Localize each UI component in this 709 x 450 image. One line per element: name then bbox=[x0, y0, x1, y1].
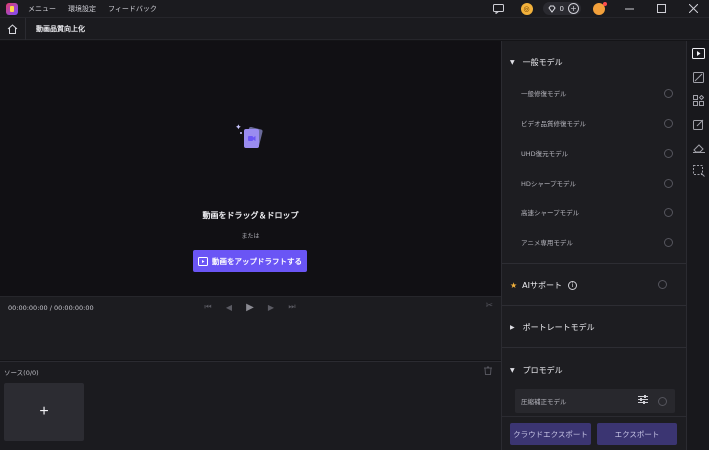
layout-tool-icon[interactable] bbox=[692, 94, 705, 107]
model-radio[interactable] bbox=[664, 118, 673, 128]
model-radio[interactable] bbox=[658, 396, 667, 406]
drop-instruction: 動画をドラッグ＆ドロップ bbox=[202, 210, 299, 220]
coin-icon[interactable]: ◎ bbox=[520, 2, 533, 15]
title-bar: メニュー 環境設定 フィードバック ◎ 0 + bbox=[0, 0, 709, 17]
section-pro[interactable]: ▼ プロモデル bbox=[502, 361, 687, 379]
skip-start-icon[interactable]: ⏮ bbox=[203, 302, 213, 312]
model-item[interactable]: ビデオ品質修復モデル bbox=[521, 116, 673, 130]
credits-count: 0 bbox=[559, 4, 564, 13]
model-item-label: アニメ専用モデル bbox=[521, 239, 573, 247]
star-icon: ★ bbox=[510, 280, 518, 290]
export-button[interactable]: エクスポート bbox=[597, 423, 677, 445]
model-item-label: UHD復元モデル bbox=[521, 150, 569, 158]
page-title: 動画品質向上化 bbox=[36, 24, 85, 33]
collapse-triangle-icon: ▼ bbox=[510, 366, 515, 374]
model-item-label: ビデオ品質修復モデル bbox=[521, 120, 586, 128]
section-portrait[interactable]: ▶ ポートレートモデル bbox=[502, 318, 687, 336]
cloud-export-button[interactable]: クラウドエクスポート bbox=[510, 423, 591, 445]
home-button[interactable] bbox=[0, 17, 26, 40]
trash-icon[interactable] bbox=[484, 366, 492, 377]
menu-bar: メニュー 環境設定 フィードバック bbox=[28, 4, 157, 14]
model-item[interactable]: 一般修復モデル bbox=[521, 86, 673, 100]
timecode: 00:00:00:00 / 00:00:00:00 bbox=[8, 304, 94, 312]
model-item-label: 高速シャープモデル bbox=[521, 209, 580, 217]
folder-play-icon bbox=[198, 256, 208, 266]
player-bar: 00:00:00:00 / 00:00:00:00 ⏮ ◀ ▶ ▶ ⏭ ✂ bbox=[0, 296, 501, 360]
menu-item-settings[interactable]: 環境設定 bbox=[68, 4, 96, 14]
model-item-label: 一般修復モデル bbox=[521, 90, 567, 98]
model-item[interactable]: 高速シャープモデル bbox=[521, 205, 673, 219]
add-credits-icon[interactable]: + bbox=[568, 3, 579, 14]
credits-badge[interactable]: 0 + bbox=[542, 2, 581, 15]
preview-area[interactable]: 動画をドラッグ＆ドロップ または 動画をアップドラフトする bbox=[0, 41, 501, 296]
home-icon bbox=[7, 23, 18, 34]
divider bbox=[502, 347, 687, 348]
section-portrait-title: ポートレートモデル bbox=[522, 322, 595, 332]
expand-triangle-icon: ▶ bbox=[510, 323, 515, 331]
model-item[interactable]: アニメ専用モデル bbox=[521, 235, 673, 249]
message-icon[interactable] bbox=[493, 3, 505, 15]
model-item[interactable]: 圧縮補正モデル bbox=[515, 389, 675, 413]
close-button[interactable] bbox=[677, 0, 709, 17]
tool-strip bbox=[686, 41, 709, 450]
info-icon[interactable]: i bbox=[568, 280, 578, 290]
section-general-title: 一般モデル bbox=[522, 57, 563, 67]
section-general[interactable]: ▼ 一般モデル bbox=[502, 53, 687, 71]
model-radio[interactable] bbox=[664, 207, 673, 217]
divider bbox=[502, 305, 687, 306]
model-radio[interactable] bbox=[664, 88, 673, 98]
model-radio[interactable] bbox=[658, 280, 667, 289]
scissors-icon[interactable]: ✂ bbox=[485, 301, 493, 311]
video-enhance-tool-icon[interactable] bbox=[692, 47, 705, 60]
playback-controls: ⏮ ◀ ▶ ▶ ⏭ bbox=[203, 302, 297, 313]
upload-video-label: 動画をアップドラフトする bbox=[212, 256, 302, 266]
settings-sliders-icon[interactable] bbox=[638, 395, 648, 407]
model-radio[interactable] bbox=[664, 178, 673, 188]
color-tool-icon[interactable] bbox=[692, 71, 705, 84]
section-ai-title: AIサポート bbox=[522, 280, 563, 290]
crop-tool-icon[interactable] bbox=[692, 164, 705, 177]
model-radio[interactable] bbox=[664, 237, 673, 247]
nav-bar: 動画品質向上化 bbox=[0, 17, 709, 40]
model-panel: ▼ 一般モデル 一般修復モデル ビデオ品質修復モデル UHD復元モデル HDシャ… bbox=[501, 41, 687, 450]
play-icon[interactable]: ▶ bbox=[245, 302, 255, 313]
menu-item-feedback[interactable]: フィードバック bbox=[108, 4, 157, 14]
model-item-label: 圧縮補正モデル bbox=[521, 398, 567, 406]
model-item[interactable]: HDシャープモデル bbox=[521, 176, 673, 190]
step-back-icon[interactable]: ◀ bbox=[224, 302, 234, 312]
avatar[interactable] bbox=[593, 1, 607, 15]
close-icon bbox=[688, 4, 698, 13]
source-panel: ソース(0/0) + bbox=[0, 361, 501, 450]
step-forward-icon[interactable]: ▶ bbox=[266, 302, 276, 312]
diamond-icon bbox=[547, 5, 556, 13]
app-logo-icon bbox=[6, 2, 18, 15]
eraser-tool-icon[interactable] bbox=[692, 141, 705, 154]
titlebar-right: ◎ 0 + bbox=[493, 0, 709, 17]
upload-video-button[interactable]: 動画をアップドラフトする bbox=[193, 250, 307, 272]
minimize-button[interactable] bbox=[613, 0, 645, 17]
export-bar: クラウドエクスポート エクスポート bbox=[502, 416, 687, 450]
menu-item-menu[interactable]: メニュー bbox=[28, 4, 56, 14]
skip-end-icon[interactable]: ⏭ bbox=[287, 302, 297, 312]
or-separator: または bbox=[241, 233, 260, 240]
source-count-label: ソース(0/0) bbox=[4, 369, 39, 377]
model-item[interactable]: UHD復元モデル bbox=[521, 146, 673, 160]
model-item-label: HDシャープモデル bbox=[521, 180, 577, 188]
collapse-triangle-icon: ▼ bbox=[510, 58, 515, 66]
model-radio[interactable] bbox=[664, 148, 673, 158]
section-pro-title: プロモデル bbox=[522, 365, 563, 375]
section-ai-support[interactable]: ★ AIサポート i bbox=[502, 276, 687, 294]
add-source-button[interactable]: + bbox=[4, 383, 84, 441]
divider bbox=[502, 263, 687, 264]
edit-tool-icon[interactable] bbox=[692, 118, 705, 131]
maximize-button[interactable] bbox=[645, 0, 677, 17]
video-file-icon bbox=[236, 124, 263, 148]
